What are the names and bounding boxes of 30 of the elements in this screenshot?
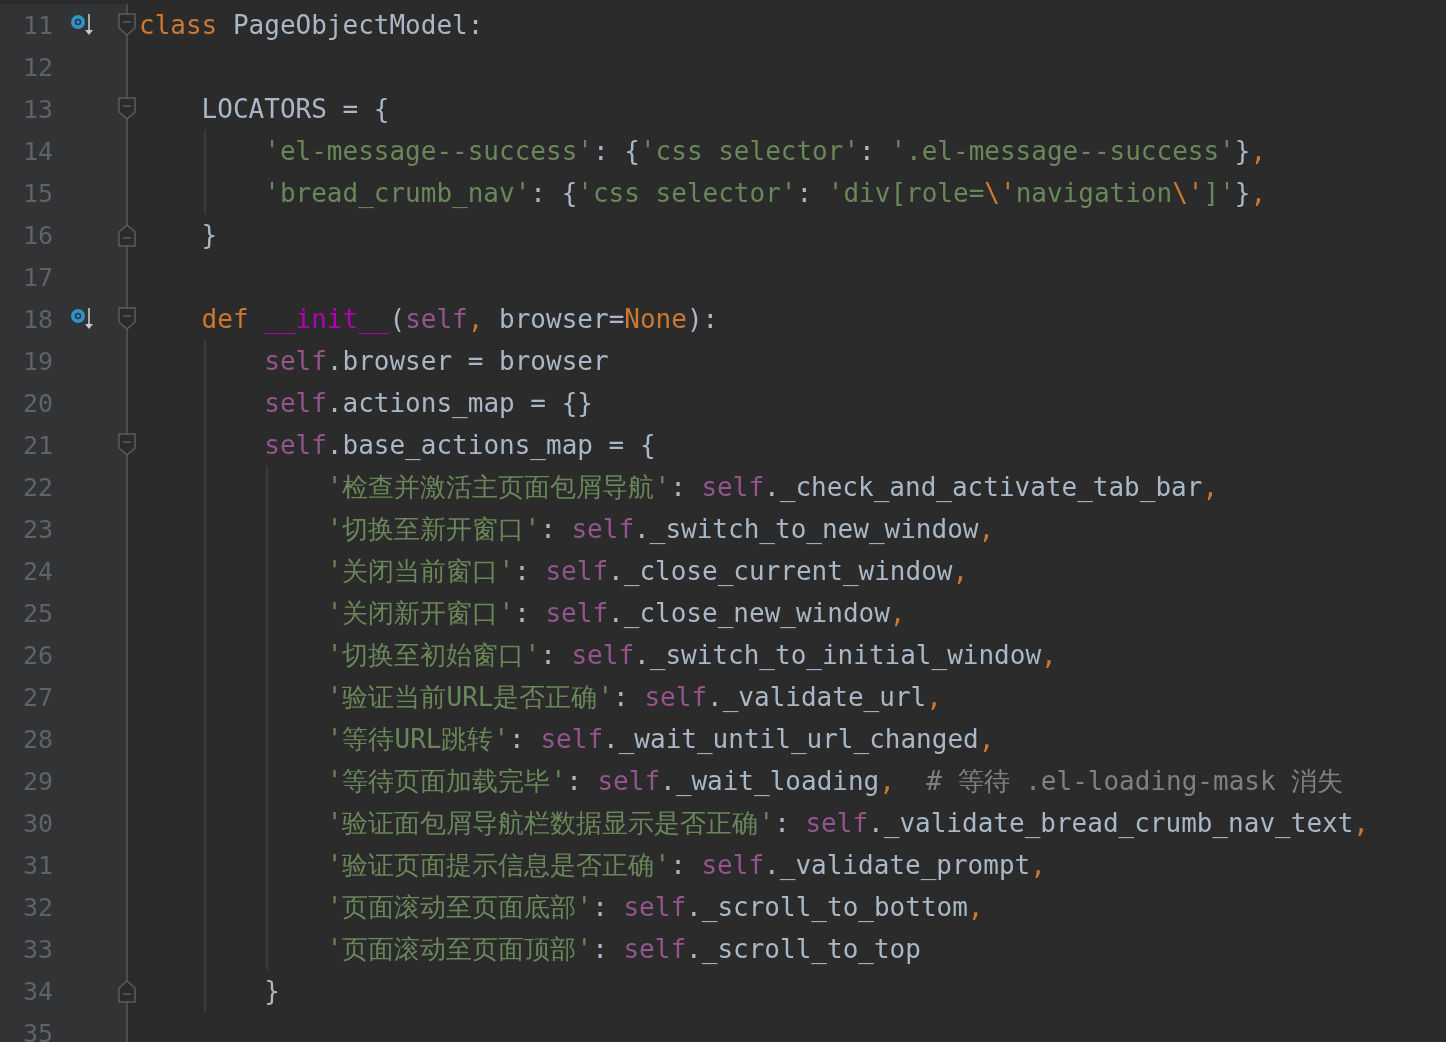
code-line: '等待页面加载完毕': self._wait_loading, # 等待 .el-loading-mask 消失	[325, 764, 1344, 798]
code-line: def __init__(self, browser=None):	[200, 304, 719, 334]
code-line: '切换至新开窗口': self._switch_to_new_window,	[325, 512, 995, 546]
fold-end-icon[interactable]	[118, 979, 136, 1003]
code-line: LOCATORS = {	[200, 94, 390, 124]
code-line: '关闭当前窗口': self._close_current_window,	[325, 554, 969, 588]
code-line: class PageObjectModel:	[139, 10, 484, 40]
code-line: '页面滚动至页面底部': self._scroll_to_bottom,	[325, 890, 984, 924]
code-line: self.base_actions_map = {	[263, 430, 656, 460]
code-line: 'bread_crumb_nav': {'css selector': 'div[role=\'navigation\']'},	[263, 178, 1267, 208]
circle-arrow-icon[interactable]	[70, 307, 96, 331]
fold-end-icon[interactable]	[118, 223, 136, 247]
fold-collapse-icon[interactable]	[118, 97, 136, 121]
code-line: }	[200, 220, 218, 250]
code-line: '关闭新开窗口': self._close_new_window,	[325, 596, 906, 630]
code-line: }	[263, 976, 280, 1006]
code-line: '验证面包屑导航栏数据显示是否正确': self._validate_bread_crumb_nav_text,	[325, 806, 1369, 840]
code-line: self.actions_map = {}	[263, 388, 593, 418]
code-line: '等待URL跳转': self._wait_until_url_changed,	[325, 722, 995, 756]
code-line: '切换至初始窗口': self._switch_to_initial_window,	[325, 638, 1057, 672]
code-line: '验证页面提示信息是否正确': self._validate_prompt,	[325, 848, 1046, 882]
code-line: self.browser = browser	[263, 346, 609, 376]
code-line: '检查并激活主页面包屑导航': self._check_and_activate_tab_bar,	[325, 470, 1219, 504]
fold-collapse-icon[interactable]	[118, 307, 136, 331]
code-line: '页面滚动至页面顶部': self._scroll_to_top	[325, 932, 921, 966]
circle-arrow-icon[interactable]	[70, 13, 96, 37]
fold-collapse-icon[interactable]	[118, 433, 136, 457]
fold-collapse-icon[interactable]	[118, 13, 136, 37]
code-line: '验证当前URL是否正确': self._validate_url,	[325, 680, 942, 714]
code-line: 'el-message--success': {'css selector': '.el-message--success'},	[263, 136, 1267, 166]
